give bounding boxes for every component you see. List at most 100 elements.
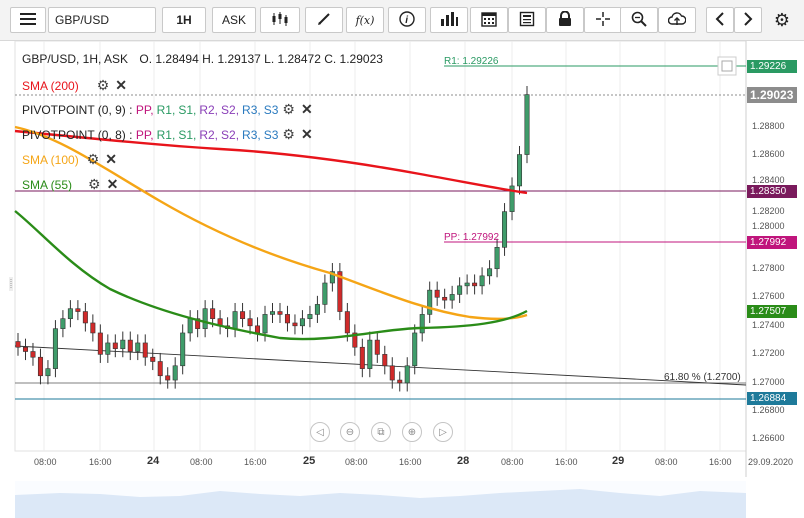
candle-bearish — [142, 342, 148, 358]
x-tick: 08:00 — [345, 457, 368, 467]
price-tag-last: 1.29023 — [747, 87, 797, 103]
scroll-left-button[interactable] — [706, 7, 734, 33]
chevron-right-icon: ▷ — [439, 426, 447, 438]
document-icon — [519, 11, 535, 30]
candle-bearish — [150, 356, 156, 362]
nav-prev-button[interactable]: ◁ — [310, 422, 330, 442]
candle-bearish — [30, 351, 36, 358]
settings-button[interactable]: ⚙ — [766, 7, 798, 33]
legend-pivot8[interactable]: PIVOTPOINT (0, 8) : PP, R1, S1, R2, S2, … — [22, 126, 313, 143]
pivot-pp: PP, — [135, 102, 154, 117]
close-icon[interactable]: ✕ — [107, 176, 119, 193]
indicators-button[interactable]: f(x) — [346, 7, 384, 33]
candle-bearish — [374, 339, 380, 355]
candle-bearish — [112, 342, 118, 349]
x-tick: 08:00 — [190, 457, 213, 467]
reset-view-button[interactable]: ⧉ — [371, 422, 391, 442]
bar-chart-icon — [440, 11, 458, 30]
candle-bearish — [127, 339, 133, 352]
candle-bearish — [344, 311, 350, 334]
candle-bullish — [412, 332, 418, 367]
news-button[interactable] — [508, 7, 546, 33]
y-tick: 1.26600 — [752, 433, 785, 443]
x-tick: 16:00 — [709, 457, 732, 467]
candle-bearish — [75, 308, 81, 312]
y-tick: 1.28400 — [752, 175, 785, 185]
candle-bullish — [172, 365, 178, 381]
legend-sma100[interactable]: SMA (100) ⚙ ✕ — [22, 151, 117, 168]
collapse-handle[interactable] — [9, 277, 13, 291]
calendar-icon — [481, 11, 497, 30]
pivot-pp: PP, — [135, 127, 154, 142]
function-icon: f(x) — [355, 13, 375, 27]
legend-pivot8-label: PIVOTPOINT (0, 8) — [22, 127, 126, 142]
symbol-info: GBP/USD, 1H, ASK — [22, 52, 129, 66]
y-tick: 1.28800 — [752, 121, 785, 131]
gear-icon[interactable]: ⚙ — [88, 176, 101, 193]
candle-bullish — [307, 314, 313, 319]
candle-bearish — [389, 365, 395, 381]
close-icon[interactable]: ✕ — [115, 77, 127, 94]
pivot-r3: R3, — [242, 102, 261, 117]
zoom-out-button[interactable]: ⊖ — [340, 422, 360, 442]
pivot-s2: S2, — [221, 127, 240, 142]
candle-bearish — [434, 289, 440, 298]
svg-text:i: i — [405, 15, 408, 26]
candle-bullish — [524, 94, 530, 155]
candle-bearish — [284, 314, 290, 324]
gear-icon[interactable]: ⚙ — [282, 101, 295, 118]
zoom-button[interactable] — [620, 7, 658, 33]
upload-button[interactable] — [658, 7, 696, 33]
symbol-selector[interactable]: GBP/USD — [48, 7, 156, 33]
info-button[interactable]: i — [388, 7, 426, 33]
lock-button[interactable] — [546, 7, 584, 33]
fullscreen-icon[interactable] — [717, 56, 737, 76]
gear-icon[interactable]: ⚙ — [87, 151, 100, 168]
close-icon[interactable]: ✕ — [301, 101, 313, 118]
nav-next-button[interactable]: ▷ — [433, 422, 453, 442]
symbol-label: GBP/USD — [55, 13, 110, 27]
scroll-right-button[interactable] — [734, 7, 762, 33]
gear-icon[interactable]: ⚙ — [282, 126, 295, 143]
menu-button[interactable] — [10, 7, 46, 33]
candle-bearish — [359, 346, 365, 369]
candle-bullish — [502, 211, 508, 248]
chart-type-button[interactable] — [260, 7, 300, 33]
candle-bullish — [494, 247, 500, 270]
chevron-left-icon — [715, 11, 725, 29]
candle-bullish — [180, 332, 186, 367]
toolbar: GBP/USD 1H ASK f(x) i ⚙ — [0, 0, 804, 41]
y-tick: 1.28200 — [752, 206, 785, 216]
candle-bullish — [67, 308, 73, 319]
y-tick: 1.27000 — [752, 377, 785, 387]
ohlc-info: GBP/USD, 1H, ASK O. 1.28494 H. 1.29137 L… — [22, 52, 383, 66]
candle-bullish — [419, 314, 425, 334]
crosshair-button[interactable] — [584, 7, 622, 33]
volume-button[interactable] — [430, 7, 468, 33]
y-tick: 1.28000 — [752, 221, 785, 231]
legend-sma200[interactable]: SMA (200) ⚙ ✕ — [22, 77, 127, 94]
pivot-s1: S1, — [178, 127, 197, 142]
legend-pivot9[interactable]: PIVOTPOINT (0, 9) : PP, R1, S1, R2, S2, … — [22, 101, 313, 118]
zoom-in-button[interactable]: ⊕ — [402, 422, 422, 442]
pivot-r2: R2, — [199, 127, 219, 142]
x-tick: 08:00 — [655, 457, 678, 467]
timeframe-selector[interactable]: 1H — [162, 7, 206, 33]
x-tick: 16:00 — [399, 457, 422, 467]
crosshair-icon — [595, 11, 611, 30]
candle-bullish — [367, 339, 373, 369]
pivot-r3: R3, — [242, 127, 261, 142]
close-icon[interactable]: ✕ — [301, 126, 313, 143]
pivot-r2: R2, — [199, 102, 219, 117]
y-tick: 1.26800 — [752, 405, 785, 415]
legend-sma55[interactable]: SMA (55) ⚙ ✕ — [22, 176, 118, 193]
candle-bearish — [277, 311, 283, 315]
pencil-icon — [316, 11, 332, 30]
calendar-button[interactable] — [470, 7, 508, 33]
candle-bullish — [479, 275, 485, 287]
pivot-s3: S3 — [263, 102, 279, 117]
close-icon[interactable]: ✕ — [105, 151, 117, 168]
price-type-selector[interactable]: ASK — [212, 7, 256, 33]
gear-icon[interactable]: ⚙ — [97, 77, 110, 94]
draw-tool-button[interactable] — [305, 7, 343, 33]
